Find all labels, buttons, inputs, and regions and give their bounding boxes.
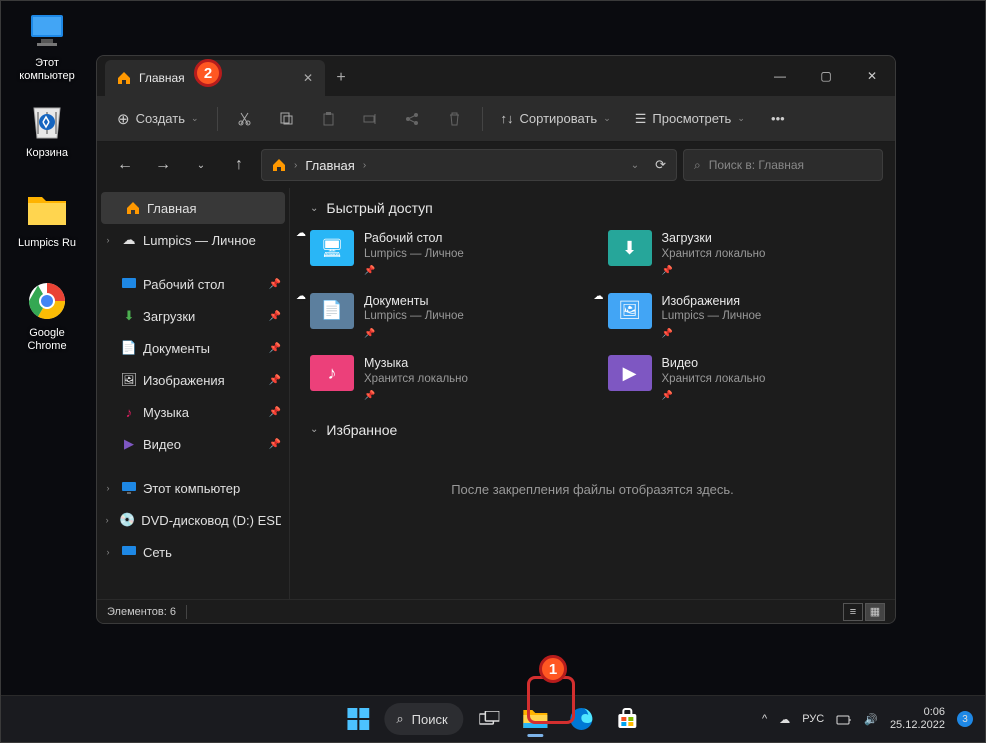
download-icon: ⬇ xyxy=(121,308,137,324)
sort-button[interactable]: ↑↓Сортировать⌄ xyxy=(491,103,621,135)
section-quick[interactable]: ⌄Быстрый доступ xyxy=(310,200,875,216)
chrome-icon xyxy=(27,281,67,321)
folder-icon xyxy=(26,193,68,229)
tray-expand[interactable]: ^ xyxy=(762,713,767,725)
home-icon xyxy=(117,71,131,85)
tray-network[interactable] xyxy=(836,712,852,726)
maximize-button[interactable]: ▢ xyxy=(803,56,849,96)
empty-favorites: После закрепления файлы отобразятся здес… xyxy=(310,452,875,527)
forward-button[interactable]: → xyxy=(147,149,179,181)
trash-icon xyxy=(447,111,462,126)
marker-box-1 xyxy=(527,676,575,724)
search-input[interactable]: ⌕ Поиск в: Главная xyxy=(683,149,883,181)
rename-button[interactable] xyxy=(352,103,390,135)
quick-item[interactable]: ☁🖥 Рабочий столLumpics — Личное📌 xyxy=(310,230,578,277)
sidebar-pictures[interactable]: 🖼Изображения📌 xyxy=(97,364,289,396)
tray-notification[interactable]: 3 xyxy=(957,711,973,727)
section-fav[interactable]: ⌄Избранное xyxy=(310,422,875,438)
more-button[interactable]: ••• xyxy=(759,103,797,135)
quick-item[interactable]: ⬇ ЗагрузкиХранится локально📌 xyxy=(608,230,876,277)
sidebar-music[interactable]: ♪Музыка📌 xyxy=(97,396,289,428)
sidebar-home[interactable]: Главная xyxy=(101,192,285,224)
pin-icon: 📌 xyxy=(269,279,281,290)
share-icon xyxy=(405,111,420,126)
tray-sound[interactable]: 🔊 xyxy=(864,713,878,726)
monitor-icon xyxy=(27,13,67,49)
task-view-button[interactable] xyxy=(470,699,510,739)
cloud-icon: ☁ xyxy=(121,232,137,248)
up-button[interactable]: ↑ xyxy=(223,149,255,181)
minimize-button[interactable]: — xyxy=(757,56,803,96)
address-bar: ← → ⌄ ↑ › Главная › ⌄ ⟳ ⌕ Поиск в: Главн… xyxy=(97,142,895,188)
copy-button[interactable] xyxy=(268,103,306,135)
quick-item[interactable]: ☁🖼 ИзображенияLumpics — Личное📌 xyxy=(608,293,876,340)
windows-icon xyxy=(347,708,369,730)
sidebar-desktop[interactable]: Рабочий стол📌 xyxy=(97,268,289,300)
toolbar: ⊕Создать⌄ ↑↓Сортировать⌄ ☰Просмотреть⌄ •… xyxy=(97,96,895,142)
desktop-icon-pc[interactable]: Этот компьютер xyxy=(9,9,85,83)
taskbar-search[interactable]: ⌕Поиск xyxy=(384,703,463,735)
view-button[interactable]: ☰Просмотреть⌄ xyxy=(625,103,755,135)
desktop-icon-chrome[interactable]: Google Chrome xyxy=(9,279,85,353)
desktop-icon-folder[interactable]: Lumpics Ru xyxy=(9,189,85,250)
tray-lang[interactable]: РУС xyxy=(802,713,824,725)
tray-clock[interactable]: 0:0625.12.2022 xyxy=(890,706,945,732)
close-button[interactable]: ✕ xyxy=(849,56,895,96)
sidebar-documents[interactable]: 📄Документы📌 xyxy=(97,332,289,364)
disc-icon: 💿 xyxy=(119,512,135,528)
cut-button[interactable] xyxy=(226,103,264,135)
quick-item[interactable]: ☁📄 ДокументыLumpics — Личное📌 xyxy=(310,293,578,340)
document-icon: 📄 xyxy=(121,340,137,356)
search-icon: ⌕ xyxy=(396,711,403,727)
breadcrumb[interactable]: › Главная › ⌄ ⟳ xyxy=(261,149,677,181)
desktop-icon-recycle[interactable]: Корзина xyxy=(9,99,85,160)
marker-1: 1 xyxy=(539,655,567,683)
explorer-window: Главная ✕ + — ▢ ✕ ⊕Создать⌄ ↑↓Сортироват… xyxy=(96,55,896,624)
marker-2: 2 xyxy=(194,59,222,87)
tray-onedrive[interactable]: ☁ xyxy=(779,713,790,726)
home-icon xyxy=(272,158,286,172)
cut-icon xyxy=(237,111,252,126)
paste-button[interactable] xyxy=(310,103,348,135)
view-list-button[interactable]: ≡ xyxy=(843,603,863,621)
sidebar-videos[interactable]: ▶Видео📌 xyxy=(97,428,289,460)
start-button[interactable] xyxy=(338,699,378,739)
search-icon: ⌕ xyxy=(694,158,701,173)
share-button[interactable] xyxy=(394,103,432,135)
taskbar: ⌕Поиск ^ ☁ РУС 🔊 0:0625.12.2022 3 xyxy=(1,695,985,742)
paste-icon xyxy=(321,111,336,126)
quick-item[interactable]: ▶ ВидеоХранится локально📌 xyxy=(608,355,876,402)
recycle-bin-icon xyxy=(28,100,66,142)
sidebar-onedrive[interactable]: ›☁Lumpics — Личное xyxy=(97,224,289,256)
sidebar-network[interactable]: ›Сеть xyxy=(97,536,289,568)
sidebar: Главная ›☁Lumpics — Личное Рабочий стол📌… xyxy=(97,188,290,599)
new-tab-button[interactable]: + xyxy=(325,60,357,96)
video-icon: ▶ xyxy=(121,436,137,452)
quick-item[interactable]: ♪ МузыкаХранится локально📌 xyxy=(310,355,578,402)
recent-button[interactable]: ⌄ xyxy=(185,149,217,181)
rename-icon xyxy=(363,111,378,126)
music-icon: ♪ xyxy=(121,404,137,420)
picture-icon: 🖼 xyxy=(121,372,137,388)
store-icon xyxy=(617,708,639,730)
view-grid-button[interactable]: ▦ xyxy=(865,603,885,621)
back-button[interactable]: ← xyxy=(109,149,141,181)
sidebar-pc[interactable]: ›Этот компьютер xyxy=(97,472,289,504)
close-tab-button[interactable]: ✕ xyxy=(299,69,317,87)
delete-button[interactable] xyxy=(436,103,474,135)
content: ⌄Быстрый доступ ☁🖥 Рабочий столLumpics —… xyxy=(290,188,895,599)
desktop[interactable]: Этот компьютер Корзина Lumpics Ru Google… xyxy=(1,1,985,742)
sidebar-downloads[interactable]: ⬇Загрузки📌 xyxy=(97,300,289,332)
taskbar-store[interactable] xyxy=(608,699,648,739)
sidebar-dvd[interactable]: ›💿DVD-дисковод (D:) ESD-IS xyxy=(97,504,289,536)
status-bar: Элементов: 6 ≡ ▦ xyxy=(97,599,895,623)
new-button[interactable]: ⊕Создать⌄ xyxy=(107,103,209,135)
copy-icon xyxy=(279,111,294,126)
